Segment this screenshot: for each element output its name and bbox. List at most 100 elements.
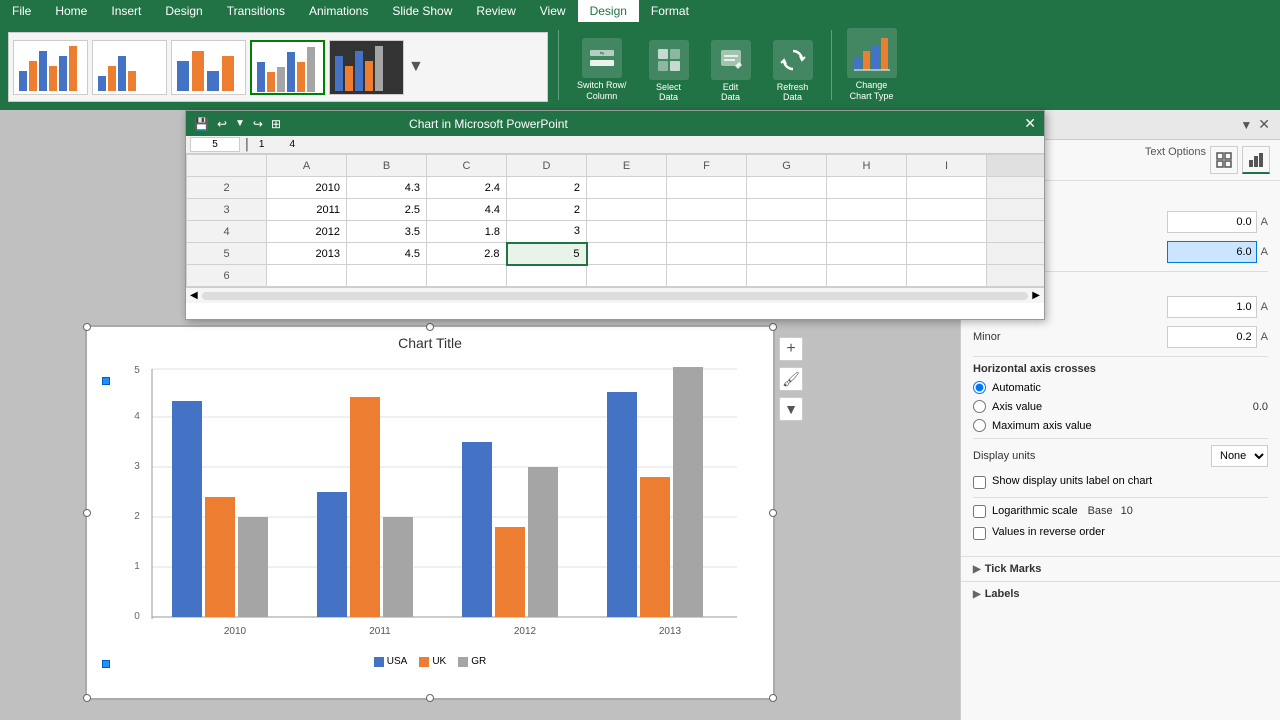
minimum-input[interactable]: [1167, 211, 1257, 233]
ss-cell-6-H[interactable]: [827, 265, 907, 287]
ss-row-3[interactable]: 320112.54.42: [187, 199, 1045, 221]
minimum-auto-button[interactable]: A: [1261, 216, 1268, 228]
ss-row-2[interactable]: 220104.32.42: [187, 177, 1045, 199]
ss-cell-6-D[interactable]: [507, 265, 587, 287]
handle-tl[interactable]: [83, 323, 91, 331]
handle-chart-bl-blue[interactable]: [102, 660, 110, 668]
chart-add-element-button[interactable]: +: [779, 337, 803, 361]
redo-icon[interactable]: ↪: [253, 117, 263, 131]
ss-cell-3-A[interactable]: 2011: [267, 199, 347, 221]
text-options-tab[interactable]: Text Options: [1145, 146, 1206, 174]
panel-icon-table[interactable]: [1210, 146, 1238, 174]
ss-cell-6-G[interactable]: [747, 265, 827, 287]
ss-row-4[interactable]: 420123.51.83: [187, 221, 1045, 243]
ss-cell-4-E[interactable]: [587, 221, 667, 243]
ss-cell-4-I[interactable]: [907, 221, 987, 243]
ss-scroll-track[interactable]: [202, 292, 1029, 300]
panel-collapse-button[interactable]: ▼: [1240, 118, 1252, 132]
ss-scroll-left[interactable]: ◀: [188, 290, 200, 301]
ss-cell-3-B[interactable]: 2.5: [347, 199, 427, 221]
tab-review[interactable]: Review: [464, 0, 527, 22]
ss-cell-3-I[interactable]: [907, 199, 987, 221]
ss-cell-6-B[interactable]: [347, 265, 427, 287]
ss-cell-2-C[interactable]: 2.4: [427, 177, 507, 199]
ss-cell-2-E[interactable]: [587, 177, 667, 199]
ss-cell-4-H[interactable]: [827, 221, 907, 243]
chart-filter-button[interactable]: ▼: [779, 397, 803, 421]
ss-cell-6-row[interactable]: 6: [187, 265, 267, 287]
ss-scroll-right[interactable]: ▶: [1030, 290, 1042, 301]
minor-input[interactable]: [1167, 326, 1257, 348]
ss-cell-3-row[interactable]: 3: [187, 199, 267, 221]
ss-cell-2-G[interactable]: [747, 177, 827, 199]
ss-cell-5-C[interactable]: 2.8: [427, 243, 507, 265]
ss-cell-5-row[interactable]: 5: [187, 243, 267, 265]
handle-bl[interactable]: [83, 694, 91, 702]
chart-container[interactable]: + 🖌 ▼ Chart Title 0 1 2 3 4 5: [85, 325, 775, 700]
ss-cell-4-row[interactable]: 4: [187, 221, 267, 243]
table-icon[interactable]: ⊞: [271, 117, 281, 131]
ss-cell-6-F[interactable]: [667, 265, 747, 287]
ss-cell-5-F[interactable]: [667, 243, 747, 265]
refresh-data-button[interactable]: RefreshData: [765, 36, 821, 106]
display-units-select[interactable]: None: [1211, 445, 1268, 467]
chart-style-button[interactable]: 🖌: [779, 367, 803, 391]
chart-thumb-2[interactable]: [92, 40, 167, 95]
ss-cell-5-B[interactable]: 4.5: [347, 243, 427, 265]
ss-cell-5-G[interactable]: [747, 243, 827, 265]
ss-cell-2-H[interactable]: [827, 177, 907, 199]
col-header-d[interactable]: D: [507, 155, 587, 177]
save-icon[interactable]: 💾: [194, 117, 209, 131]
ss-cell-3-H[interactable]: [827, 199, 907, 221]
col-header-b[interactable]: B: [347, 155, 427, 177]
minor-auto-button[interactable]: A: [1261, 331, 1268, 343]
ss-cell-5-E[interactable]: [587, 243, 667, 265]
ss-cell-5-H[interactable]: [827, 243, 907, 265]
ss-cell-2-D[interactable]: 2: [507, 177, 587, 199]
tab-file[interactable]: File: [0, 0, 43, 22]
ss-cell-6-A[interactable]: [267, 265, 347, 287]
col-header-g[interactable]: G: [747, 155, 827, 177]
col-header-i[interactable]: I: [907, 155, 987, 177]
major-input[interactable]: [1167, 296, 1257, 318]
handle-mr[interactable]: [769, 509, 777, 517]
tab-design-active[interactable]: Design: [578, 0, 639, 22]
ss-row-5[interactable]: 520134.52.85: [187, 243, 1045, 265]
ss-cell-3-G[interactable]: [747, 199, 827, 221]
ss-cell-3-D[interactable]: 2: [507, 199, 587, 221]
values-reverse-order-checkbox[interactable]: [973, 527, 986, 540]
ss-cell-4-B[interactable]: 3.5: [347, 221, 427, 243]
ss-cell-6-I[interactable]: [907, 265, 987, 287]
tab-view[interactable]: View: [528, 0, 578, 22]
ss-cell-5-D[interactable]: 5: [507, 243, 587, 265]
undo-icon[interactable]: ↩: [217, 117, 227, 131]
radio-max-axis[interactable]: [973, 419, 986, 432]
tab-design-main[interactable]: Design: [153, 0, 214, 22]
maximum-input[interactable]: [1167, 241, 1257, 263]
col-header-e[interactable]: E: [587, 155, 667, 177]
chart-thumb-5[interactable]: [329, 40, 404, 95]
major-auto-button[interactable]: A: [1261, 301, 1268, 313]
undo-dropdown[interactable]: ▼: [235, 118, 245, 129]
ss-cell-4-G[interactable]: [747, 221, 827, 243]
col-header-h[interactable]: H: [827, 155, 907, 177]
handle-ml[interactable]: [83, 509, 91, 517]
ss-cell-4-F[interactable]: [667, 221, 747, 243]
ss-cell-3-C[interactable]: 4.4: [427, 199, 507, 221]
col-header-a[interactable]: A: [267, 155, 347, 177]
ss-cell-4-D[interactable]: 3: [507, 221, 587, 243]
ss-cell-5-A[interactable]: 2013: [267, 243, 347, 265]
tick-marks-header[interactable]: ▶ Tick Marks: [961, 557, 1280, 581]
chart-thumb-4[interactable]: [250, 40, 325, 95]
handle-tr[interactable]: [769, 323, 777, 331]
ss-horizontal-scrollbar[interactable]: ◀ ▶: [186, 287, 1044, 303]
tab-slideshow[interactable]: Slide Show: [380, 0, 464, 22]
ss-cell-2-F[interactable]: [667, 177, 747, 199]
ss-cell-2-row[interactable]: 2: [187, 177, 267, 199]
panel-close-button[interactable]: ✕: [1258, 116, 1270, 133]
ss-cell-4-C[interactable]: 1.8: [427, 221, 507, 243]
tab-format[interactable]: Format: [639, 0, 701, 22]
tab-animations[interactable]: Animations: [297, 0, 380, 22]
change-chart-type-button[interactable]: Change Chart Type: [842, 24, 902, 106]
edit-data-button[interactable]: EditData: [703, 36, 759, 106]
